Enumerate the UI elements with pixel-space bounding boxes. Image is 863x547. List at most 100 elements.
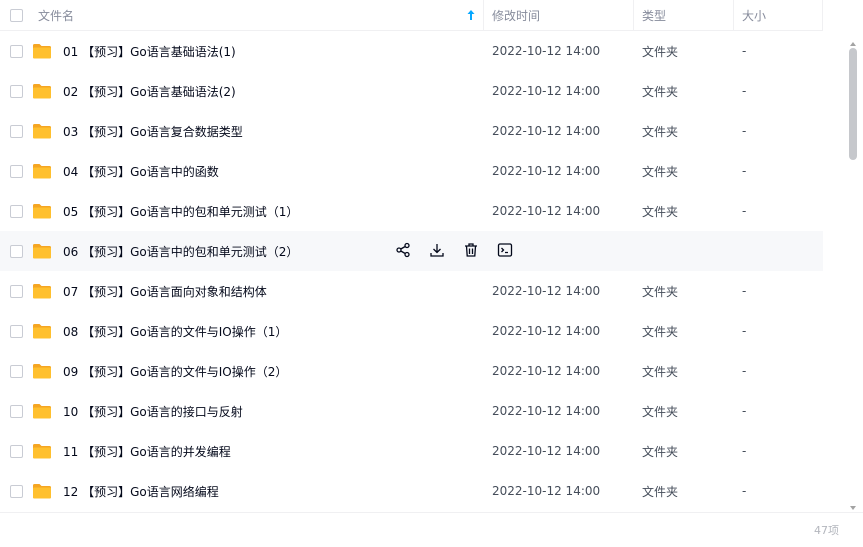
folder-icon [32, 243, 52, 259]
file-name[interactable]: 06 【预习】Go语言中的包和单元测试（2） [63, 243, 298, 260]
file-row[interactable]: 02 【预习】Go语言基础语法(2) 2022-10-12 14:00 文件夹 … [0, 71, 823, 111]
scrollbar-thumb[interactable] [849, 48, 857, 160]
header-select-all[interactable] [0, 0, 32, 31]
file-row[interactable]: 06 【预习】Go语言中的包和单元测试（2） [0, 231, 823, 271]
file-name[interactable]: 04 【预习】Go语言中的函数 [63, 163, 219, 180]
folder-icon [32, 283, 52, 299]
row-name-cell[interactable]: 03 【预习】Go语言复合数据类型 [32, 123, 484, 140]
file-name[interactable]: 08 【预习】Go语言的文件与IO操作（1） [63, 323, 287, 340]
row-select[interactable] [0, 324, 32, 338]
row-select[interactable] [0, 484, 32, 498]
delete-icon[interactable] [462, 241, 480, 259]
folder-icon [32, 203, 52, 219]
file-row[interactable]: 04 【预习】Go语言中的函数 2022-10-12 14:00 文件夹 - [0, 151, 823, 191]
row-name-cell[interactable]: 07 【预习】Go语言面向对象和结构体 [32, 283, 484, 300]
folder-icon [32, 403, 52, 419]
row-name-cell[interactable]: 12 【预习】Go语言网络编程 [32, 483, 484, 500]
row-select[interactable] [0, 44, 32, 58]
row-checkbox[interactable] [9, 204, 23, 218]
header-name-column[interactable]: 文件名 [32, 0, 484, 31]
terminal-icon[interactable] [496, 241, 514, 259]
row-checkbox[interactable] [9, 44, 23, 58]
file-row[interactable]: 05 【预习】Go语言中的包和单元测试（1） 2022-10-12 14:00 … [0, 191, 823, 231]
row-checkbox[interactable] [9, 484, 23, 498]
folder-icon [32, 323, 52, 339]
row-name-cell[interactable]: 05 【预习】Go语言中的包和单元测试（1） [32, 203, 484, 220]
row-checkbox[interactable] [9, 324, 23, 338]
modified-time: 2022-10-12 14:00 [492, 404, 601, 418]
header-type-column[interactable]: 类型 [634, 0, 734, 31]
row-name-cell[interactable]: 01 【预习】Go语言基础语法(1) [32, 43, 484, 60]
file-row[interactable]: 08 【预习】Go语言的文件与IO操作（1） 2022-10-12 14:00 … [0, 311, 823, 351]
list-footer: 47项 [0, 512, 863, 547]
file-name[interactable]: 01 【预习】Go语言基础语法(1) [63, 43, 236, 60]
row-checkbox[interactable] [9, 244, 23, 258]
header-name-label: 文件名 [38, 8, 75, 23]
share-icon[interactable] [394, 241, 412, 259]
row-checkbox[interactable] [9, 404, 23, 418]
file-name[interactable]: 05 【预习】Go语言中的包和单元测试（1） [63, 203, 298, 220]
row-checkbox[interactable] [9, 124, 23, 138]
row-select[interactable] [0, 204, 32, 218]
select-all-checkbox[interactable] [9, 8, 23, 22]
scroll-up-arrow-icon[interactable] [850, 36, 856, 46]
file-size: - [742, 124, 747, 138]
file-size: - [742, 284, 747, 298]
file-size: - [742, 84, 747, 98]
header-size-label: 大小 [742, 8, 767, 23]
modified-time: 2022-10-12 14:00 [492, 444, 601, 458]
row-name-cell[interactable]: 02 【预习】Go语言基础语法(2) [32, 83, 484, 100]
row-select[interactable] [0, 164, 32, 178]
modified-time: 2022-10-12 14:00 [492, 204, 601, 218]
row-select[interactable] [0, 364, 32, 378]
header-type-label: 类型 [642, 8, 667, 23]
row-actions [394, 241, 530, 259]
row-select[interactable] [0, 284, 32, 298]
sort-up-arrow-icon[interactable] [467, 9, 475, 21]
row-select[interactable] [0, 404, 32, 418]
file-name[interactable]: 02 【预习】Go语言基础语法(2) [63, 83, 236, 100]
row-select[interactable] [0, 124, 32, 138]
row-name-cell[interactable]: 11 【预习】Go语言的并发编程 [32, 443, 484, 460]
header-size-column[interactable]: 大小 [734, 0, 823, 31]
row-name-cell[interactable]: 09 【预习】Go语言的文件与IO操作（2） [32, 363, 484, 380]
modified-time: 2022-10-12 14:00 [492, 124, 601, 138]
scroll-down-arrow-icon[interactable] [850, 500, 856, 510]
row-select[interactable] [0, 444, 32, 458]
file-type: 文件夹 [642, 404, 679, 419]
file-name[interactable]: 10 【预习】Go语言的接口与反射 [63, 403, 243, 420]
file-row[interactable]: 03 【预习】Go语言复合数据类型 2022-10-12 14:00 文件夹 - [0, 111, 823, 151]
folder-icon [32, 443, 52, 459]
file-name[interactable]: 12 【预习】Go语言网络编程 [63, 483, 219, 500]
row-checkbox[interactable] [9, 84, 23, 98]
row-select[interactable] [0, 244, 32, 258]
row-checkbox[interactable] [9, 444, 23, 458]
item-count: 47项 [814, 524, 839, 537]
download-icon[interactable] [428, 241, 446, 259]
modified-time: 2022-10-12 14:00 [492, 284, 601, 298]
row-checkbox[interactable] [9, 364, 23, 378]
file-row[interactable]: 07 【预习】Go语言面向对象和结构体 2022-10-12 14:00 文件夹… [0, 271, 823, 311]
file-row[interactable]: 01 【预习】Go语言基础语法(1) 2022-10-12 14:00 文件夹 … [0, 31, 823, 71]
header-time-column[interactable]: 修改时间 [484, 0, 634, 31]
file-list-window: 文件名 修改时间 类型 大小 01 【预习】Go语言基础语法(1) 2022-1… [0, 0, 863, 547]
folder-icon [32, 363, 52, 379]
row-checkbox[interactable] [9, 284, 23, 298]
row-name-cell[interactable]: 04 【预习】Go语言中的函数 [32, 163, 484, 180]
file-row[interactable]: 11 【预习】Go语言的并发编程 2022-10-12 14:00 文件夹 - [0, 431, 823, 471]
file-type: 文件夹 [642, 84, 679, 99]
file-row[interactable]: 09 【预习】Go语言的文件与IO操作（2） 2022-10-12 14:00 … [0, 351, 823, 391]
file-row[interactable]: 10 【预习】Go语言的接口与反射 2022-10-12 14:00 文件夹 - [0, 391, 823, 431]
file-name[interactable]: 07 【预习】Go语言面向对象和结构体 [63, 283, 267, 300]
file-row[interactable]: 12 【预习】Go语言网络编程 2022-10-12 14:00 文件夹 - [0, 471, 823, 511]
row-name-cell[interactable]: 08 【预习】Go语言的文件与IO操作（1） [32, 323, 484, 340]
file-name[interactable]: 11 【预习】Go语言的并发编程 [63, 443, 231, 460]
row-select[interactable] [0, 84, 32, 98]
modified-time: 2022-10-12 14:00 [492, 324, 601, 338]
list-header: 文件名 修改时间 类型 大小 [0, 0, 823, 31]
file-name[interactable]: 03 【预习】Go语言复合数据类型 [63, 123, 243, 140]
row-name-cell[interactable]: 10 【预习】Go语言的接口与反射 [32, 403, 484, 420]
file-size: - [742, 204, 747, 218]
file-name[interactable]: 09 【预习】Go语言的文件与IO操作（2） [63, 363, 287, 380]
row-checkbox[interactable] [9, 164, 23, 178]
